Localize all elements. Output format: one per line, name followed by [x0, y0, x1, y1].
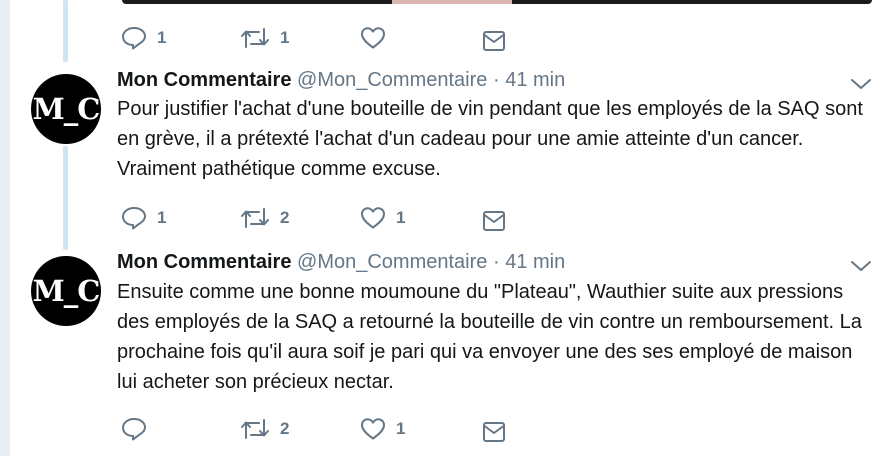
previous-tweet-actions: 1 1 — [117, 23, 517, 53]
like-icon — [360, 206, 386, 230]
thread-connector — [63, 0, 68, 62]
reply-icon — [121, 206, 147, 230]
chevron-down-icon — [850, 78, 872, 95]
chevron-down-icon — [850, 260, 872, 277]
display-name[interactable]: Mon Commentaire — [117, 251, 291, 273]
reply-icon — [121, 26, 147, 50]
timestamp[interactable]: 41 min — [505, 251, 565, 273]
tweet-text: Pour justifier l'achat d'une bouteille d… — [117, 98, 863, 180]
retweet-button[interactable]: 2 — [240, 203, 289, 233]
previous-tweet-media[interactable] — [122, 0, 872, 4]
separator-dot: · — [492, 69, 500, 91]
thread-connector — [63, 146, 68, 250]
retweet-count: 2 — [280, 419, 290, 438]
retweet-button[interactable]: 2 — [240, 414, 289, 444]
retweet-count: 1 — [280, 28, 290, 47]
like-button[interactable] — [360, 23, 396, 53]
tweet-header: Mon Commentaire @Mon_Commentaire · 41 mi… — [117, 68, 565, 92]
like-count: 1 — [396, 419, 406, 438]
timeline: 1 1 M_C Mon Commentaire @Mon_Commentaire… — [0, 0, 890, 456]
left-gutter — [0, 0, 10, 456]
retweet-icon — [240, 418, 270, 440]
direct-message-button[interactable] — [482, 206, 506, 236]
reply-button[interactable]: 1 — [121, 23, 166, 53]
direct-message-button[interactable] — [482, 26, 506, 56]
avatar[interactable]: M_C — [31, 256, 101, 326]
message-icon — [482, 210, 506, 232]
avatar-logo-text: M_C — [32, 274, 101, 308]
reply-icon — [121, 417, 147, 441]
retweet-icon — [240, 207, 270, 229]
message-icon — [482, 421, 506, 443]
avatar-logo-text: M_C — [32, 92, 101, 126]
tweet-actions: 1 2 1 — [117, 203, 517, 233]
message-icon — [482, 30, 506, 52]
display-name[interactable]: Mon Commentaire — [117, 69, 291, 91]
like-icon — [360, 417, 386, 441]
direct-message-button[interactable] — [482, 417, 506, 447]
reply-button[interactable]: 1 — [121, 203, 166, 233]
tweet-header: Mon Commentaire @Mon_Commentaire · 41 mi… — [117, 250, 565, 274]
tweet-text: Ensuite comme une bonne moumoune du "Pla… — [117, 281, 862, 393]
retweet-icon — [240, 27, 270, 49]
like-icon — [360, 26, 386, 50]
separator-dot: · — [492, 251, 500, 273]
user-handle[interactable]: @Mon_Commentaire — [297, 251, 487, 273]
like-button[interactable]: 1 — [360, 414, 405, 444]
reply-button[interactable] — [121, 414, 157, 444]
retweet-button[interactable]: 1 — [240, 23, 289, 53]
avatar[interactable]: M_C — [31, 74, 101, 144]
reply-count: 1 — [157, 208, 167, 227]
retweet-count: 2 — [280, 208, 290, 227]
tweet-menu-button[interactable] — [850, 259, 872, 278]
like-button[interactable]: 1 — [360, 203, 405, 233]
like-count: 1 — [396, 208, 406, 227]
user-handle[interactable]: @Mon_Commentaire — [297, 69, 487, 91]
timestamp[interactable]: 41 min — [505, 69, 565, 91]
reply-count: 1 — [157, 28, 167, 47]
tweet-actions: 2 1 — [117, 414, 517, 444]
